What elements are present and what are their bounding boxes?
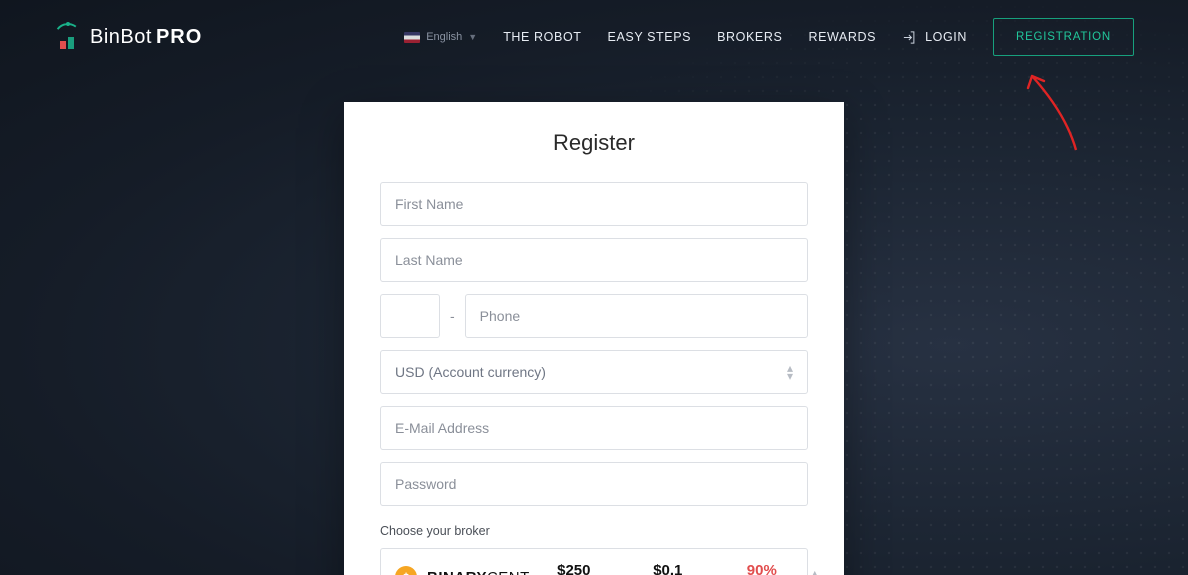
chevron-down-icon: ▼ (468, 32, 477, 42)
min-deposit-value: $250 (540, 562, 608, 575)
first-name-field[interactable] (380, 182, 808, 226)
nav-brokers[interactable]: BROKERS (717, 30, 782, 44)
currency-select[interactable]: USD (Account currency) ▴▾ (380, 350, 808, 394)
broker-sort-icon: ▴▾ (812, 569, 818, 575)
register-title: Register (380, 130, 808, 156)
broker-coin-icon: ¢ (395, 566, 417, 575)
last-name-field[interactable] (380, 238, 808, 282)
site-header: BinBotPRO English ▼ THE ROBOT EASY STEPS… (54, 0, 1134, 74)
nav-rewards[interactable]: REWARDS (808, 30, 876, 44)
broker-name-bold: BINARY (427, 569, 487, 575)
country-code-input[interactable] (395, 295, 425, 337)
max-returns-value: 90% (728, 562, 796, 575)
password-field[interactable] (380, 462, 808, 506)
stat-min-invest: $0.1 Min. Invest (634, 562, 702, 575)
language-label: English (426, 31, 462, 43)
annotation-arrow-icon (1016, 64, 1086, 154)
email-field[interactable] (380, 406, 808, 450)
flag-icon (404, 32, 420, 43)
broker-select[interactable]: ¢ BINARYCENT $250 Min. Deposit $0.1 Min.… (380, 548, 808, 575)
nav-easy-steps[interactable]: EASY STEPS (608, 30, 692, 44)
select-sort-icon: ▴▾ (787, 364, 793, 380)
first-name-input[interactable] (395, 183, 793, 225)
language-switcher[interactable]: English ▼ (404, 31, 477, 43)
brand-name-part2: PRO (156, 26, 202, 49)
login-link[interactable]: LOGIN (902, 30, 967, 45)
phone-input[interactable] (480, 295, 793, 337)
phone-separator: - (450, 308, 455, 324)
min-invest-value: $0.1 (634, 562, 702, 575)
brand-mark-icon (54, 29, 82, 49)
brand-name-part1: BinBot (90, 26, 152, 49)
stat-max-returns: 90% Max. Returns (728, 562, 796, 575)
phone-field[interactable] (465, 294, 808, 338)
password-input[interactable] (395, 463, 793, 505)
broker-name-thin: CENT (487, 569, 530, 575)
login-icon (902, 30, 917, 45)
last-name-input[interactable] (395, 239, 793, 281)
stat-min-deposit: $250 Min. Deposit (540, 562, 608, 575)
top-nav: English ▼ THE ROBOT EASY STEPS BROKERS R… (404, 18, 1134, 56)
country-code-field[interactable] (380, 294, 440, 338)
broker-section-label: Choose your broker (380, 524, 808, 538)
register-card: Register - USD (Account currency) ▴▾ Cho… (344, 102, 844, 575)
login-label: LOGIN (925, 30, 967, 44)
registration-button[interactable]: REGISTRATION (993, 18, 1134, 56)
nav-the-robot[interactable]: THE ROBOT (503, 30, 581, 44)
broker-name: BINARYCENT (427, 569, 530, 575)
broker-stats: $250 Min. Deposit $0.1 Min. Invest 90% M… (540, 562, 796, 575)
email-input[interactable] (395, 407, 793, 449)
currency-selected-label: USD (Account currency) (395, 364, 546, 380)
broker-logo: ¢ BINARYCENT (395, 566, 530, 575)
brand-logo[interactable]: BinBotPRO (54, 26, 202, 49)
